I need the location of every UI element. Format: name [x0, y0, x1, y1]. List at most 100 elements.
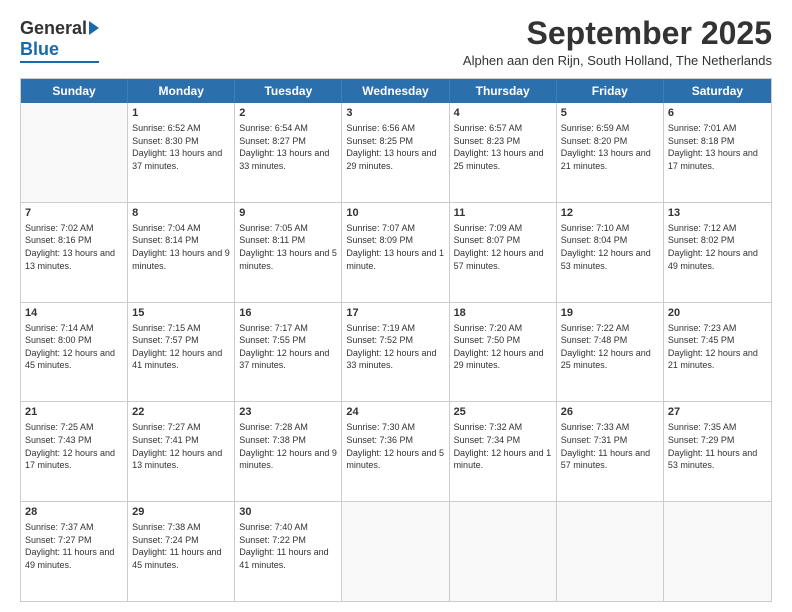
calendar-cell: 21Sunrise: 7:25 AMSunset: 7:43 PMDayligh…	[21, 402, 128, 501]
day-number: 4	[454, 106, 552, 121]
calendar-cell: 23Sunrise: 7:28 AMSunset: 7:38 PMDayligh…	[235, 402, 342, 501]
day-number: 25	[454, 405, 552, 420]
calendar-cell: 10Sunrise: 7:07 AMSunset: 8:09 PMDayligh…	[342, 203, 449, 302]
day-number: 13	[668, 206, 767, 221]
day-number: 21	[25, 405, 123, 420]
cell-info: Sunrise: 7:38 AMSunset: 7:24 PMDaylight:…	[132, 521, 230, 571]
day-number: 2	[239, 106, 337, 121]
day-number: 5	[561, 106, 659, 121]
cell-info: Sunrise: 6:57 AMSunset: 8:23 PMDaylight:…	[454, 122, 552, 172]
cell-info: Sunrise: 7:01 AMSunset: 8:18 PMDaylight:…	[668, 122, 767, 172]
calendar-cell: 18Sunrise: 7:20 AMSunset: 7:50 PMDayligh…	[450, 303, 557, 402]
page: General Blue September 2025 Alphen aan d…	[0, 0, 792, 612]
day-number: 18	[454, 306, 552, 321]
cell-info: Sunrise: 7:27 AMSunset: 7:41 PMDaylight:…	[132, 421, 230, 471]
header-day-friday: Friday	[557, 79, 664, 103]
calendar-cell: 2Sunrise: 6:54 AMSunset: 8:27 PMDaylight…	[235, 103, 342, 202]
cell-info: Sunrise: 7:32 AMSunset: 7:34 PMDaylight:…	[454, 421, 552, 471]
calendar-row-3: 14Sunrise: 7:14 AMSunset: 8:00 PMDayligh…	[21, 302, 771, 402]
cell-info: Sunrise: 7:09 AMSunset: 8:07 PMDaylight:…	[454, 222, 552, 272]
logo-general-text: General	[20, 18, 87, 39]
header-day-thursday: Thursday	[450, 79, 557, 103]
header-day-tuesday: Tuesday	[235, 79, 342, 103]
day-number: 29	[132, 505, 230, 520]
cell-info: Sunrise: 7:35 AMSunset: 7:29 PMDaylight:…	[668, 421, 767, 471]
calendar-cell: 15Sunrise: 7:15 AMSunset: 7:57 PMDayligh…	[128, 303, 235, 402]
cell-info: Sunrise: 7:33 AMSunset: 7:31 PMDaylight:…	[561, 421, 659, 471]
cell-info: Sunrise: 7:30 AMSunset: 7:36 PMDaylight:…	[346, 421, 444, 471]
calendar-row-4: 21Sunrise: 7:25 AMSunset: 7:43 PMDayligh…	[21, 401, 771, 501]
cell-info: Sunrise: 7:37 AMSunset: 7:27 PMDaylight:…	[25, 521, 123, 571]
calendar-cell: 8Sunrise: 7:04 AMSunset: 8:14 PMDaylight…	[128, 203, 235, 302]
header-day-monday: Monday	[128, 79, 235, 103]
cell-info: Sunrise: 7:02 AMSunset: 8:16 PMDaylight:…	[25, 222, 123, 272]
day-number: 14	[25, 306, 123, 321]
cell-info: Sunrise: 7:22 AMSunset: 7:48 PMDaylight:…	[561, 322, 659, 372]
day-number: 11	[454, 206, 552, 221]
calendar-cell: 28Sunrise: 7:37 AMSunset: 7:27 PMDayligh…	[21, 502, 128, 601]
day-number: 7	[25, 206, 123, 221]
calendar-cell: 24Sunrise: 7:30 AMSunset: 7:36 PMDayligh…	[342, 402, 449, 501]
calendar-cell: 17Sunrise: 7:19 AMSunset: 7:52 PMDayligh…	[342, 303, 449, 402]
day-number: 24	[346, 405, 444, 420]
day-number: 10	[346, 206, 444, 221]
calendar-cell: 16Sunrise: 7:17 AMSunset: 7:55 PMDayligh…	[235, 303, 342, 402]
day-number: 8	[132, 206, 230, 221]
logo-underline	[20, 61, 99, 63]
calendar-header: SundayMondayTuesdayWednesdayThursdayFrid…	[21, 79, 771, 103]
calendar-cell: 9Sunrise: 7:05 AMSunset: 8:11 PMDaylight…	[235, 203, 342, 302]
cell-info: Sunrise: 6:52 AMSunset: 8:30 PMDaylight:…	[132, 122, 230, 172]
cell-info: Sunrise: 7:19 AMSunset: 7:52 PMDaylight:…	[346, 322, 444, 372]
title-section: September 2025 Alphen aan den Rijn, Sout…	[463, 16, 772, 68]
cell-info: Sunrise: 7:07 AMSunset: 8:09 PMDaylight:…	[346, 222, 444, 272]
calendar-cell: 27Sunrise: 7:35 AMSunset: 7:29 PMDayligh…	[664, 402, 771, 501]
calendar-cell: 14Sunrise: 7:14 AMSunset: 8:00 PMDayligh…	[21, 303, 128, 402]
logo: General Blue	[20, 18, 99, 63]
calendar-cell: 1Sunrise: 6:52 AMSunset: 8:30 PMDaylight…	[128, 103, 235, 202]
calendar-cell: 5Sunrise: 6:59 AMSunset: 8:20 PMDaylight…	[557, 103, 664, 202]
calendar-cell: 13Sunrise: 7:12 AMSunset: 8:02 PMDayligh…	[664, 203, 771, 302]
day-number: 6	[668, 106, 767, 121]
calendar-body: 1Sunrise: 6:52 AMSunset: 8:30 PMDaylight…	[21, 103, 771, 601]
header-day-sunday: Sunday	[21, 79, 128, 103]
day-number: 9	[239, 206, 337, 221]
cell-info: Sunrise: 7:05 AMSunset: 8:11 PMDaylight:…	[239, 222, 337, 272]
day-number: 23	[239, 405, 337, 420]
calendar-cell: 12Sunrise: 7:10 AMSunset: 8:04 PMDayligh…	[557, 203, 664, 302]
calendar-cell	[342, 502, 449, 601]
calendar-cell: 25Sunrise: 7:32 AMSunset: 7:34 PMDayligh…	[450, 402, 557, 501]
cell-info: Sunrise: 6:54 AMSunset: 8:27 PMDaylight:…	[239, 122, 337, 172]
day-number: 28	[25, 505, 123, 520]
calendar-cell	[450, 502, 557, 601]
cell-info: Sunrise: 7:23 AMSunset: 7:45 PMDaylight:…	[668, 322, 767, 372]
day-number: 17	[346, 306, 444, 321]
calendar-cell: 11Sunrise: 7:09 AMSunset: 8:07 PMDayligh…	[450, 203, 557, 302]
calendar-cell: 30Sunrise: 7:40 AMSunset: 7:22 PMDayligh…	[235, 502, 342, 601]
day-number: 27	[668, 405, 767, 420]
cell-info: Sunrise: 7:20 AMSunset: 7:50 PMDaylight:…	[454, 322, 552, 372]
calendar-cell: 29Sunrise: 7:38 AMSunset: 7:24 PMDayligh…	[128, 502, 235, 601]
header-day-saturday: Saturday	[664, 79, 771, 103]
calendar-row-1: 1Sunrise: 6:52 AMSunset: 8:30 PMDaylight…	[21, 103, 771, 202]
cell-info: Sunrise: 6:56 AMSunset: 8:25 PMDaylight:…	[346, 122, 444, 172]
day-number: 1	[132, 106, 230, 121]
location-subtitle: Alphen aan den Rijn, South Holland, The …	[463, 53, 772, 68]
calendar-cell	[557, 502, 664, 601]
cell-info: Sunrise: 7:14 AMSunset: 8:00 PMDaylight:…	[25, 322, 123, 372]
calendar-cell: 26Sunrise: 7:33 AMSunset: 7:31 PMDayligh…	[557, 402, 664, 501]
day-number: 22	[132, 405, 230, 420]
logo-blue-text: Blue	[20, 39, 59, 60]
cell-info: Sunrise: 7:40 AMSunset: 7:22 PMDaylight:…	[239, 521, 337, 571]
day-number: 19	[561, 306, 659, 321]
calendar-cell: 7Sunrise: 7:02 AMSunset: 8:16 PMDaylight…	[21, 203, 128, 302]
day-number: 26	[561, 405, 659, 420]
calendar-row-2: 7Sunrise: 7:02 AMSunset: 8:16 PMDaylight…	[21, 202, 771, 302]
header: General Blue September 2025 Alphen aan d…	[20, 16, 772, 68]
cell-info: Sunrise: 7:04 AMSunset: 8:14 PMDaylight:…	[132, 222, 230, 272]
calendar-cell: 20Sunrise: 7:23 AMSunset: 7:45 PMDayligh…	[664, 303, 771, 402]
logo-arrow-icon	[89, 21, 99, 35]
calendar-row-5: 28Sunrise: 7:37 AMSunset: 7:27 PMDayligh…	[21, 501, 771, 601]
calendar-cell	[664, 502, 771, 601]
month-title: September 2025	[463, 16, 772, 51]
calendar-cell: 4Sunrise: 6:57 AMSunset: 8:23 PMDaylight…	[450, 103, 557, 202]
